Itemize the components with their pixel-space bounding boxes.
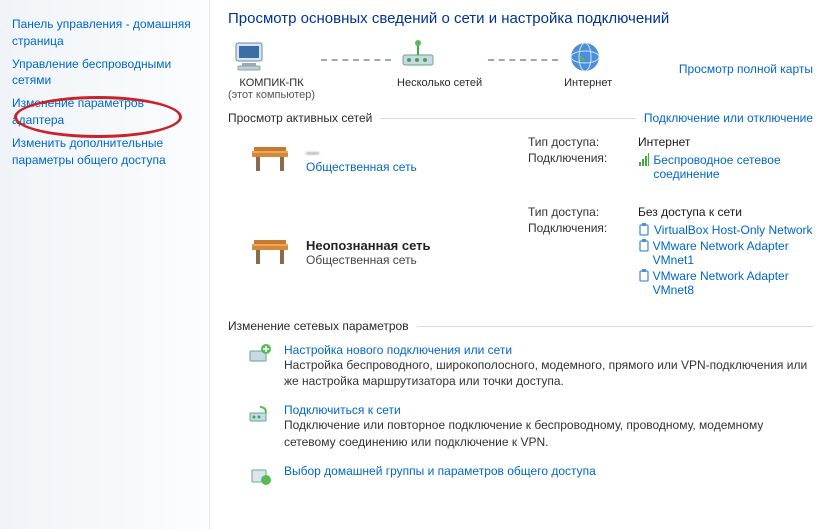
full-map-link[interactable]: Просмотр полной карты: [679, 62, 813, 76]
sidebar-item-sharing[interactable]: Изменить дополнительные параметры общего…: [12, 135, 197, 169]
active-network-1: — Общественная сеть Тип доступа:Интернет…: [228, 133, 813, 185]
change-settings-title: Изменение сетевых параметров: [228, 319, 409, 333]
connect-network-icon: [248, 403, 272, 427]
task-connect-network: Подключиться к сети Подключение или повт…: [248, 403, 813, 449]
active-networks-title: Просмотр активных сетей: [228, 111, 372, 125]
connection-link[interactable]: VMware Network Adapter VMnet8: [653, 269, 813, 297]
sidebar-item-home[interactable]: Панель управления - домашняя страница: [12, 16, 197, 50]
map-node-internet-name: Интернет: [564, 77, 612, 89]
globe-icon: [564, 37, 606, 77]
task-title-link[interactable]: Подключиться к сети: [284, 403, 401, 417]
connect-disconnect-link[interactable]: Подключение или отключение: [644, 111, 813, 125]
page-title: Просмотр основных сведений о сети и наст…: [228, 10, 813, 27]
map-node-multi-name: Несколько сетей: [397, 77, 482, 89]
new-connection-icon: [248, 343, 272, 367]
access-label: Тип доступа:: [528, 205, 638, 219]
network-type-link[interactable]: Общественная сеть: [306, 160, 417, 174]
network-type: Общественная сеть: [306, 253, 417, 267]
sidebar-item-adapter-settings[interactable]: Изменение параметров адаптера: [12, 95, 197, 129]
map-node-pc: КОМПИК-ПК (этот компьютер): [228, 37, 315, 101]
change-settings-header: Изменение сетевых параметров: [228, 319, 813, 333]
connection-link[interactable]: VMware Network Adapter VMnet1: [653, 239, 813, 267]
task-desc: Подключение или повторное подключение к …: [284, 417, 813, 449]
wifi-signal-icon: [638, 153, 649, 167]
connections-label: Подключения:: [528, 151, 638, 183]
ethernet-plug-icon: [638, 239, 649, 253]
sidebar-item-wireless[interactable]: Управление беспроводными сетями: [12, 56, 197, 90]
network-name: Неопознанная сеть: [306, 238, 431, 253]
bench-icon: [248, 234, 292, 270]
map-node-internet: Интернет: [564, 37, 612, 89]
wireless-connection-link[interactable]: Беспроводное сетевое соединение: [653, 153, 813, 181]
main-content: Просмотр основных сведений о сети и наст…: [210, 0, 831, 529]
network-hub-icon: [397, 37, 439, 77]
active-network-2: Неопознанная сеть Общественная сеть Тип …: [228, 203, 813, 301]
homegroup-icon: [248, 464, 272, 488]
map-node-multi: Несколько сетей: [397, 37, 482, 89]
ethernet-plug-icon: [638, 223, 650, 237]
access-value: Интернет: [638, 135, 813, 149]
connection-link[interactable]: VirtualBox Host-Only Network: [654, 223, 813, 237]
task-title-link[interactable]: Настройка нового подключения или сети: [284, 343, 512, 357]
map-dash-icon: [321, 59, 391, 61]
bench-icon: [248, 141, 292, 177]
access-value: Без доступа к сети: [638, 205, 813, 219]
task-homegroup: Выбор домашней группы и параметров общег…: [248, 464, 813, 488]
task-desc: Настройка беспроводного, широкополосного…: [284, 357, 813, 389]
map-dash-icon: [488, 59, 558, 61]
map-node-pc-sub: (этот компьютер): [228, 89, 315, 101]
computer-icon: [228, 37, 270, 77]
ethernet-plug-icon: [638, 269, 649, 283]
task-new-connection: Настройка нового подключения или сети На…: [248, 343, 813, 389]
sidebar: Панель управления - домашняя страница Уп…: [0, 0, 210, 529]
active-networks-header: Просмотр активных сетей Подключение или …: [228, 111, 813, 125]
access-label: Тип доступа:: [528, 135, 638, 149]
network-name-blurred: —: [306, 145, 417, 160]
map-node-pc-name: КОМПИК-ПК: [228, 77, 315, 89]
task-title-link[interactable]: Выбор домашней группы и параметров общег…: [284, 464, 596, 478]
network-map-row: КОМПИК-ПК (этот компьютер) Несколько сет…: [228, 37, 813, 101]
connections-label: Подключения:: [528, 221, 638, 299]
